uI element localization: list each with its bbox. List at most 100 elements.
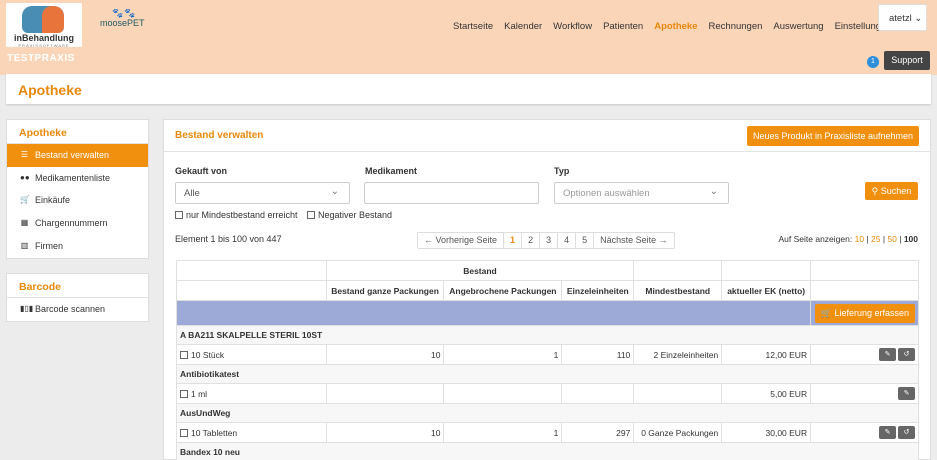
action-band: 🛒 Lieferung erfassen <box>175 300 919 326</box>
sidebar-barcode: Barcode ▮▯▮ Barcode scannen <box>6 273 149 322</box>
per-page-10[interactable]: 10 <box>855 234 864 244</box>
sidebar-item-label: Medikamentenliste <box>35 172 111 183</box>
negative-stock-label: Negativer Bestand <box>318 210 393 220</box>
negative-stock-checkbox[interactable]: Negativer Bestand <box>307 210 392 220</box>
user-menu[interactable]: atetzl ⌄ <box>878 4 927 31</box>
partner-logo-text: moosePET <box>100 18 145 28</box>
search-icon: ⚲ <box>871 186 879 196</box>
col-single: Einzeleinheiten <box>561 280 635 301</box>
group-row: Bandex 10 neu <box>176 442 919 460</box>
page-3[interactable]: 3 <box>540 233 559 248</box>
range-text: Element 1 bis 100 von 447 <box>175 234 282 244</box>
nav-apotheke[interactable]: Apotheke <box>654 21 697 32</box>
moosepet-logo: 🐾🐾 moosePET <box>100 8 160 28</box>
purchased-value: Alle <box>184 188 200 199</box>
stock-table: Bestand Bestand ganze Packungen Angebroc… <box>175 260 919 460</box>
group-row: A BA211 SKALPELLE STERIL 10ST <box>176 325 919 345</box>
support-button[interactable]: Support <box>884 51 930 70</box>
purchased-select[interactable]: Alle ⌄ <box>175 182 350 204</box>
min-stock-checkbox[interactable]: nur Mindestbestand erreicht <box>175 210 298 220</box>
logo-subtitle: PRAXISSOFTWARE <box>18 43 70 48</box>
chevron-down-icon: ⌄ <box>914 13 923 24</box>
delivery-label: Lieferung erfassen <box>834 307 909 318</box>
sidebar-item-bestand[interactable]: ☰ Bestand verwalten <box>7 144 148 167</box>
medication-input[interactable] <box>364 182 539 204</box>
sidebar-item-label: Bestand verwalten <box>35 150 110 161</box>
delivery-button[interactable]: 🛒 Lieferung erfassen <box>814 303 915 323</box>
row-checkbox[interactable] <box>180 428 188 437</box>
main-title: Bestand verwalten <box>175 130 264 141</box>
page-2[interactable]: 2 <box>522 233 541 248</box>
page-5[interactable]: 5 <box>576 233 595 248</box>
table-row: 1 ml 5,00 EUR ✎ <box>176 383 919 404</box>
table-header-row: Bestand <box>176 260 919 281</box>
sidebar-item-chargennummern[interactable]: ▦ Chargennummern <box>7 212 148 235</box>
group-row: Antibiotikatest <box>176 364 919 384</box>
next-page-button[interactable]: Nächste Seite → <box>594 233 674 248</box>
group-header: Bestand <box>325 260 635 281</box>
user-name: atetzl <box>889 13 912 24</box>
main-nav: Startseite Kalender Workflow Patienten A… <box>453 21 892 32</box>
sidebar-item-barcode[interactable]: ▮▯▮ Barcode scannen <box>7 298 148 321</box>
page-title-bar: Apotheke <box>6 74 931 104</box>
logo-title: inBehandlung <box>14 33 74 43</box>
sidebar-section-title: Apotheke <box>7 120 148 144</box>
sidebar-item-label: Firmen <box>35 240 64 251</box>
sidebar-item-medikamentenliste[interactable]: ●● Medikamentenliste <box>7 167 148 190</box>
page-title: Apotheke <box>18 82 82 98</box>
per-page-25[interactable]: 25 <box>871 234 880 244</box>
sidebar-apotheke: Apotheke ☰ Bestand verwalten ●● Medikament… <box>6 119 149 259</box>
new-product-button[interactable]: Neues Produkt in Praxisliste aufnehmen <box>747 126 919 146</box>
building-icon: ▥ <box>20 240 29 250</box>
notification-badge[interactable]: 1 <box>867 56 879 68</box>
col-whole: Bestand ganze Packungen <box>325 280 445 301</box>
edit-icon[interactable]: ✎ <box>879 426 896 439</box>
pagination: ← Vorherige Seite 1 2 3 4 5 Nächste Seit… <box>417 232 675 249</box>
cart-icon: 🛒 <box>20 195 30 205</box>
per-page: Auf Seite anzeigen: 10 | 25 | 50 | 100 <box>778 234 918 244</box>
edit-icon[interactable]: ✎ <box>898 387 915 400</box>
history-icon[interactable]: ↺ <box>898 426 915 439</box>
product-name: Bandex 10 neu <box>176 442 919 460</box>
row-checkbox[interactable] <box>180 350 188 359</box>
search-button[interactable]: ⚲ Suchen <box>865 182 918 200</box>
type-select[interactable]: Optionen auswählen ⌄ <box>554 182 729 204</box>
product-name: AusUndWeg <box>176 403 919 423</box>
per-page-label: Auf Seite anzeigen: <box>778 234 853 244</box>
nav-kalender[interactable]: Kalender <box>504 21 542 32</box>
per-page-50[interactable]: 50 <box>887 234 896 244</box>
sidebar-item-label: Einkäufe <box>35 195 71 206</box>
nav-rechnungen[interactable]: Rechnungen <box>709 21 763 32</box>
sidebar-item-einkaeufe[interactable]: 🛒 Einkäufe <box>7 189 148 212</box>
sidebar-item-label: Barcode scannen <box>35 304 106 315</box>
sidebar-item-firmen[interactable]: ▥ Firmen <box>7 234 148 257</box>
per-page-100[interactable]: 100 <box>904 234 918 244</box>
edit-icon[interactable]: ✎ <box>879 348 896 361</box>
chevron-down-icon: ⌄ <box>330 186 339 197</box>
sidebar-section-title: Barcode <box>7 274 148 298</box>
group-row: AusUndWeg <box>176 403 919 423</box>
col-ek: aktueller EK (netto) <box>721 280 812 301</box>
inbehandlung-logo[interactable]: + inBehandlung PRAXISSOFTWARE <box>6 3 82 48</box>
search-label: Suchen <box>880 186 912 196</box>
practice-name: TESTPRAXIS <box>7 53 75 64</box>
history-icon[interactable]: ↺ <box>898 348 915 361</box>
nav-auswertung[interactable]: Auswertung <box>773 21 823 32</box>
barcode-icon: ▮▯▮ <box>20 304 34 314</box>
prev-page-button[interactable]: ← Vorherige Seite <box>418 233 505 248</box>
product-name: A BA211 SKALPELLE STERIL 10ST <box>176 325 919 345</box>
type-label: Typ <box>554 166 570 176</box>
purchased-label: Gekauft von <box>175 166 228 176</box>
page-1[interactable]: 1 <box>504 233 523 248</box>
divider <box>164 151 930 152</box>
nav-patienten[interactable]: Patienten <box>603 21 643 32</box>
row-checkbox[interactable] <box>180 389 188 398</box>
top-header: + inBehandlung PRAXISSOFTWARE 🐾🐾 moosePE… <box>0 0 937 75</box>
type-placeholder: Optionen auswählen <box>563 188 650 199</box>
min-stock-label: nur Mindestbestand erreicht <box>186 210 298 220</box>
nav-workflow[interactable]: Workflow <box>553 21 592 32</box>
sidebar-item-label: Chargennummern <box>35 218 108 229</box>
page-4[interactable]: 4 <box>558 233 577 248</box>
cart-icon: 🛒 <box>820 307 832 318</box>
nav-startseite[interactable]: Startseite <box>453 21 493 32</box>
